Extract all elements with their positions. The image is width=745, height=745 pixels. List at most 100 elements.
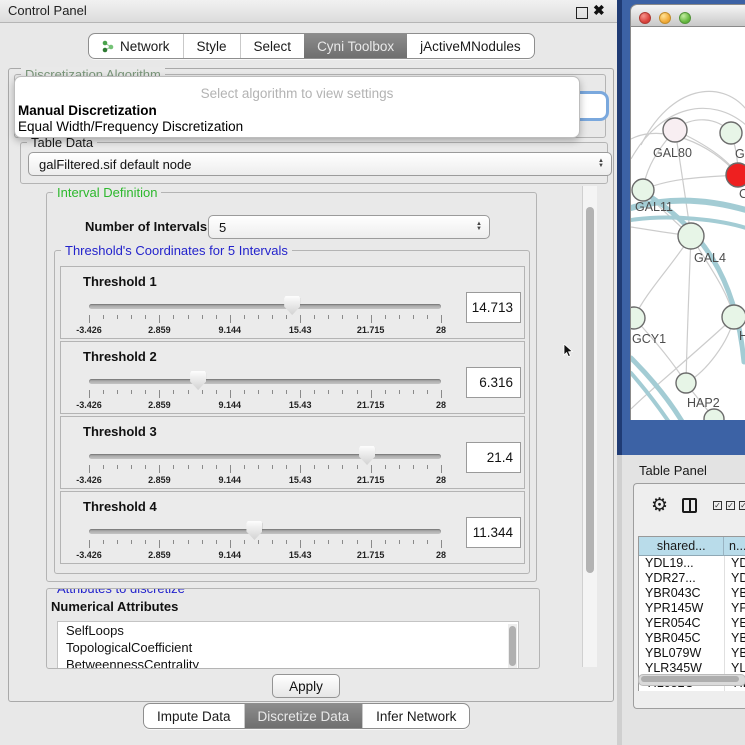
slider-tick <box>103 390 104 394</box>
slider-track[interactable] <box>89 304 441 309</box>
network-view-canvas[interactable]: GAL80G.CGAL11GAL4GCY1HHAP2 <box>630 27 745 420</box>
table-row[interactable]: YPR145WYPR1 <box>639 601 745 616</box>
num-intervals-label: Number of Intervals <box>85 219 207 234</box>
threshold-label: Threshold 2 <box>83 349 157 364</box>
slider-tick-label: 21.715 <box>357 400 385 410</box>
threshold-value-field[interactable]: 6.316 <box>466 367 521 398</box>
settings-scrollbar-thumb[interactable] <box>586 207 594 573</box>
attributes-list[interactable]: SelfLoopsTopologicalCoefficientBetweenne… <box>57 621 519 669</box>
slider-track[interactable] <box>89 379 441 384</box>
threshold-value-field[interactable]: 14.713 <box>466 292 521 323</box>
control-panel-titlebar: Control Panel ✖ <box>0 0 617 23</box>
tab-cyni-toolbox[interactable]: Cyni Toolbox <box>304 34 407 58</box>
mac-close-icon[interactable] <box>639 12 651 24</box>
slider-tick <box>357 465 358 469</box>
slider-thumb[interactable] <box>284 296 300 315</box>
slider-tick <box>216 315 217 319</box>
checkbox-icon[interactable]: ✓ <box>739 501 745 510</box>
slider-tick <box>272 465 273 469</box>
network-node[interactable] <box>632 179 654 201</box>
table-data-combobox[interactable]: galFiltered.sif default node ▲▼ <box>28 152 612 176</box>
table-panel-title: Table Panel <box>639 463 707 478</box>
table-panel: Table Panel ⚙ ✓ ✓ ✓ shared...n...YDL19..… <box>617 455 745 745</box>
table-horizontal-scrollbar[interactable] <box>638 674 745 686</box>
network-node[interactable] <box>720 122 742 144</box>
slider-track[interactable] <box>89 529 441 534</box>
settings-scrollbar[interactable] <box>582 186 597 667</box>
table-cell: YBL0 <box>725 646 745 661</box>
tab-network[interactable]: Network <box>89 34 183 58</box>
tab-style[interactable]: Style <box>183 34 240 58</box>
attribute-list-item[interactable]: BetweennessCentrality <box>58 656 518 669</box>
slider-tick <box>173 315 174 319</box>
network-node[interactable] <box>631 307 645 329</box>
threshold-value-field[interactable]: 11.344 <box>466 517 521 548</box>
table-row[interactable]: YDL19...YDL1 <box>639 556 745 571</box>
table-cell: YER054C <box>639 616 725 631</box>
table-row[interactable]: YBL079WYBL0 <box>639 646 745 661</box>
split-columns-icon[interactable] <box>682 498 697 513</box>
popup-item-manual[interactable]: Manual Discretization <box>18 103 157 118</box>
slider-tick-label: 15.43 <box>289 550 312 560</box>
table-cell: YDL19... <box>639 556 725 571</box>
slider-tick <box>244 540 245 544</box>
slider-tick <box>131 390 132 394</box>
table-row[interactable]: YBR045CYBR0 <box>639 631 745 646</box>
network-tree-icon <box>102 40 114 53</box>
network-edge <box>686 236 691 383</box>
attribute-list-item[interactable]: TopologicalCoefficient <box>58 639 518 656</box>
network-node[interactable] <box>678 223 704 249</box>
tab-infer-network[interactable]: Infer Network <box>362 704 469 728</box>
slider-tick-label: 21.715 <box>357 550 385 560</box>
slider-thumb[interactable] <box>190 371 206 390</box>
slider-tick-label: -3.426 <box>76 475 102 485</box>
slider-tick <box>413 465 414 469</box>
network-node[interactable] <box>676 373 696 393</box>
tab-label: Select <box>254 39 292 54</box>
attributes-groupbox: Attributes to discretize Numerical Attri… <box>46 588 540 669</box>
network-edge <box>643 175 738 190</box>
attributes-list-scrollbar[interactable] <box>508 624 517 668</box>
tab-select[interactable]: Select <box>240 34 305 58</box>
mac-minimize-icon[interactable] <box>659 12 671 24</box>
slider-tick <box>216 390 217 394</box>
table-row[interactable]: YBR043CYBR0 <box>639 586 745 601</box>
slider-tick <box>145 540 146 544</box>
network-node[interactable] <box>704 409 724 420</box>
tab-jactivemnodules[interactable]: jActiveMNodules <box>407 34 534 58</box>
network-node[interactable] <box>726 163 745 187</box>
tab-discretize-data[interactable]: Discretize Data <box>244 704 363 728</box>
threshold-value-field[interactable]: 21.4 <box>466 442 521 473</box>
slider-tick <box>328 540 329 544</box>
attribute-list-item[interactable]: SelfLoops <box>58 622 518 639</box>
slider-tick <box>300 465 301 473</box>
table-row[interactable]: YDR27...YDR2 <box>639 571 745 586</box>
slider-tick <box>413 315 414 319</box>
network-window-titlebar[interactable] <box>630 4 745 27</box>
gear-icon[interactable]: ⚙ <box>651 496 668 515</box>
tab-impute-data[interactable]: Impute Data <box>144 704 244 728</box>
attributes-scrollbar-thumb[interactable] <box>509 626 516 666</box>
slider-tick <box>342 465 343 469</box>
num-intervals-combobox[interactable]: 5 ▲▼ <box>208 215 490 239</box>
table-row[interactable]: YER054CYER0 <box>639 616 745 631</box>
apply-button[interactable]: Apply <box>272 674 340 698</box>
slider-track[interactable] <box>89 454 441 459</box>
table-column-header[interactable]: shared... <box>639 537 724 556</box>
network-node-label: H <box>739 329 745 343</box>
slider-thumb[interactable] <box>359 446 375 465</box>
node-table[interactable]: shared...n...YDL19...YDL1YDR27...YDR2YBR… <box>638 536 745 691</box>
checkbox-icon[interactable]: ✓ <box>713 501 722 510</box>
slider-thumb[interactable] <box>246 521 262 540</box>
tab-label: Infer Network <box>376 709 456 724</box>
network-node[interactable] <box>722 305 745 329</box>
mac-zoom-icon[interactable] <box>679 12 691 24</box>
popup-item-equal-width[interactable]: Equal Width/Frequency Discretization <box>18 119 243 134</box>
close-icon[interactable]: ✖ <box>593 2 605 19</box>
attributes-group-title: Attributes to discretize <box>53 588 189 596</box>
table-column-header[interactable]: n... <box>724 537 745 556</box>
network-node[interactable] <box>663 118 687 142</box>
float-window-icon[interactable] <box>576 7 588 19</box>
table-hscroll-thumb[interactable] <box>641 676 739 682</box>
checkbox-icon[interactable]: ✓ <box>726 501 735 510</box>
